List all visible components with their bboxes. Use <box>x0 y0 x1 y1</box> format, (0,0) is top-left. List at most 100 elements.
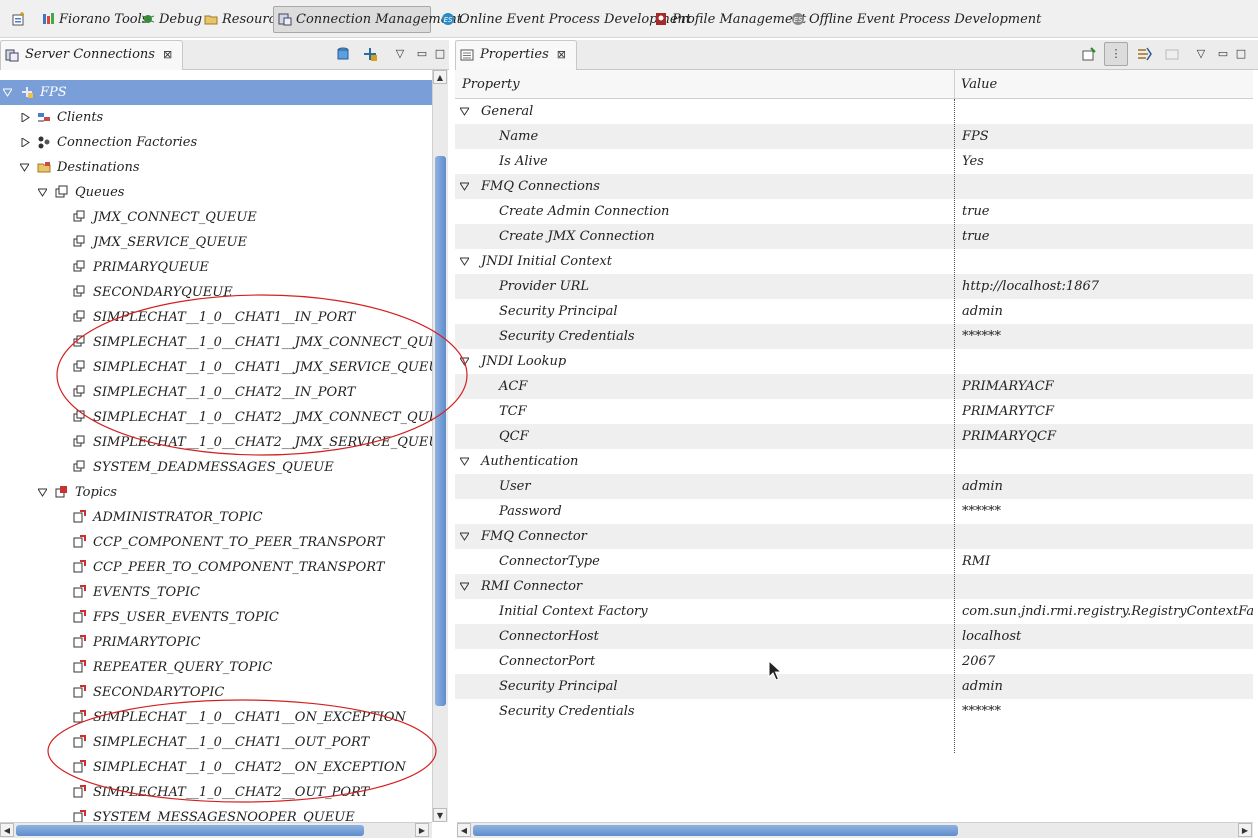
property-value[interactable]: true <box>962 224 990 249</box>
expanded-twisty-icon[interactable] <box>460 582 469 591</box>
scroll-left-arrow[interactable]: ◀ <box>457 823 471 837</box>
property-value[interactable]: PRIMARYTCF <box>962 399 1054 424</box>
tree-item-queue[interactable]: SECONDARYQUEUE <box>0 280 432 305</box>
maximize-icon[interactable]: □ <box>1233 46 1249 62</box>
property-row[interactable]: ConnectorPort 2067 <box>455 649 1253 674</box>
property-row[interactable]: Provider URL http://localhost:1867 <box>455 274 1253 299</box>
property-group-row[interactable]: FMQ Connections <box>455 174 1253 199</box>
tree-horizontal-scrollbar[interactable]: ◀ ▶ <box>0 822 432 838</box>
property-row[interactable]: TCF PRIMARYTCF <box>455 399 1253 424</box>
tree-item-topic[interactable]: FPS_USER_EVENTS_TOPIC <box>0 605 432 630</box>
vertical-scroll-thumb[interactable] <box>435 156 446 706</box>
expanded-twisty-icon[interactable] <box>460 182 469 191</box>
tree-item-topic[interactable]: SECONDARYTOPIC <box>0 680 432 705</box>
tree-node-connection-factories[interactable]: Connection Factories <box>0 130 432 155</box>
properties-horizontal-scrollbar[interactable]: ◀ ▶ <box>457 822 1253 838</box>
property-row[interactable]: Security Principal admin <box>455 674 1253 699</box>
property-row[interactable]: Create JMX Connection true <box>455 224 1253 249</box>
tree-item-queue[interactable]: SYSTEM_DEADMESSAGES_QUEUE <box>0 455 432 480</box>
database-icon[interactable] <box>335 46 351 62</box>
minimize-icon[interactable]: ▭ <box>414 46 430 62</box>
property-value[interactable]: RMI <box>962 549 990 574</box>
property-row[interactable]: Password ****** <box>455 499 1253 524</box>
property-value[interactable]: PRIMARYACF <box>962 374 1054 399</box>
expanded-twisty-icon[interactable] <box>38 188 47 197</box>
property-row[interactable]: Security Credentials ****** <box>455 324 1253 349</box>
property-value[interactable]: 2067 <box>962 649 995 674</box>
tree-item-queue[interactable]: SIMPLECHAT__1_0__CHAT1__JMX_CONNECT_QUEU… <box>0 330 432 355</box>
property-value[interactable]: localhost <box>962 624 1021 649</box>
tree-row-partial[interactable] <box>0 70 432 80</box>
horizontal-scroll-thumb[interactable] <box>16 825 364 836</box>
tree-item-topic[interactable]: SIMPLECHAT__1_0__CHAT1__OUT_PORT <box>0 730 432 755</box>
close-icon[interactable]: ⊠ <box>557 41 566 69</box>
tree-item-topic[interactable]: SIMPLECHAT__1_0__CHAT2__ON_EXCEPTION <box>0 755 432 780</box>
perspective-online-event-process-development[interactable]: ES Online Event Process Development <box>436 6 691 33</box>
expanded-twisty-icon[interactable] <box>20 163 29 172</box>
expanded-twisty-icon[interactable] <box>460 457 469 466</box>
property-value[interactable]: PRIMARYQCF <box>962 424 1056 449</box>
tree-item-queue[interactable]: SIMPLECHAT__1_0__CHAT1__IN_PORT <box>0 305 432 330</box>
tree-item-queue[interactable]: JMX_SERVICE_QUEUE <box>0 230 432 255</box>
perspective-connection-management[interactable]: Connection Management <box>273 6 462 33</box>
minimize-icon[interactable]: ▭ <box>1215 46 1231 62</box>
tree-vertical-scrollbar[interactable]: ▲ ▼ <box>432 70 448 822</box>
property-value[interactable]: admin <box>962 299 1003 324</box>
tree-item-topic[interactable]: SIMPLECHAT__1_0__CHAT2__OUT_PORT <box>0 780 432 805</box>
tree-item-topic[interactable]: ADMINISTRATOR_TOPIC <box>0 505 432 530</box>
property-row[interactable]: Create Admin Connection true <box>455 199 1253 224</box>
property-row[interactable]: Is Alive Yes <box>455 149 1253 174</box>
scroll-down-arrow[interactable]: ▼ <box>433 808 447 822</box>
show-categories-icon[interactable]: ⋮ <box>1104 42 1128 66</box>
collapsed-twisty-icon[interactable] <box>21 113 30 122</box>
tree-item-topic[interactable]: CCP_COMPONENT_TO_PEER_TRANSPORT <box>0 530 432 555</box>
property-column-header[interactable]: Property <box>462 70 520 99</box>
tree-node-clients[interactable]: Clients <box>0 105 432 130</box>
property-row[interactable]: Security Credentials ****** <box>455 699 1253 724</box>
expanded-twisty-icon[interactable] <box>38 488 47 497</box>
restore-defaults-icon[interactable] <box>1164 46 1180 62</box>
tree-item-queue[interactable]: SIMPLECHAT__1_0__CHAT1__JMX_SERVICE_QUEU… <box>0 355 432 380</box>
property-value[interactable]: admin <box>962 674 1003 699</box>
property-group-row[interactable]: JNDI Lookup <box>455 349 1253 374</box>
horizontal-scroll-thumb[interactable] <box>473 825 958 836</box>
property-row[interactable]: ACF PRIMARYACF <box>455 374 1253 399</box>
tree-item-queue[interactable]: SIMPLECHAT__1_0__CHAT2__IN_PORT <box>0 380 432 405</box>
tab-server-connections[interactable]: Server Connections ⊠ <box>0 40 184 70</box>
property-row[interactable]: User admin <box>455 474 1253 499</box>
perspective-fiorano-tools[interactable]: Fiorano Tools <box>36 6 148 33</box>
pin-icon[interactable] <box>1081 46 1097 62</box>
property-row[interactable]: ConnectorHost localhost <box>455 624 1253 649</box>
property-value[interactable]: Yes <box>962 149 984 174</box>
tree-item-queue[interactable]: SIMPLECHAT__1_0__CHAT2__JMX_CONNECT_QUEU… <box>0 405 432 430</box>
scroll-right-arrow[interactable]: ▶ <box>1238 823 1252 837</box>
expanded-twisty-icon[interactable] <box>460 532 469 541</box>
property-group-row[interactable]: RMI Connector <box>455 574 1253 599</box>
property-row[interactable]: Security Principal admin <box>455 299 1253 324</box>
close-icon[interactable]: ⊠ <box>163 41 172 69</box>
property-value[interactable]: http://localhost:1867 <box>962 274 1099 299</box>
scroll-right-arrow[interactable]: ▶ <box>415 823 429 837</box>
tree-item-topic[interactable]: SIMPLECHAT__1_0__CHAT1__ON_EXCEPTION <box>0 705 432 730</box>
tree-item-queue[interactable]: JMX_CONNECT_QUEUE <box>0 205 432 230</box>
view-menu-icon[interactable]: ▽ <box>392 46 408 62</box>
tree-item-topic[interactable]: CCP_PEER_TO_COMPONENT_TRANSPORT <box>0 555 432 580</box>
property-value[interactable]: ****** <box>962 499 1001 524</box>
open-perspective-icon[interactable] <box>12 12 26 26</box>
tree-item-queue[interactable]: PRIMARYQUEUE <box>0 255 432 280</box>
tab-properties[interactable]: Properties ⊠ <box>455 40 577 70</box>
property-row[interactable]: Initial Context Factory com.sun.jndi.rmi.… <box>455 599 1253 624</box>
property-value[interactable]: com.sun.jndi.rmi.registry.RegistryContex… <box>962 599 1253 624</box>
view-menu-icon[interactable]: ▽ <box>1193 46 1209 62</box>
property-row[interactable]: ConnectorType RMI <box>455 549 1253 574</box>
property-value[interactable]: ****** <box>962 324 1001 349</box>
perspective-resource[interactable]: Resource <box>199 6 284 33</box>
maximize-icon[interactable]: □ <box>432 46 448 62</box>
tree-item-topic[interactable]: EVENTS_TOPIC <box>0 580 432 605</box>
show-advanced-icon[interactable] <box>1136 46 1152 62</box>
perspective-debug[interactable]: Debug <box>136 6 202 33</box>
expanded-twisty-icon[interactable] <box>460 107 469 116</box>
tree-node-queues[interactable]: Queues <box>0 180 432 205</box>
tree-node-topics[interactable]: Topics <box>0 480 432 505</box>
property-value[interactable]: FPS <box>962 124 989 149</box>
